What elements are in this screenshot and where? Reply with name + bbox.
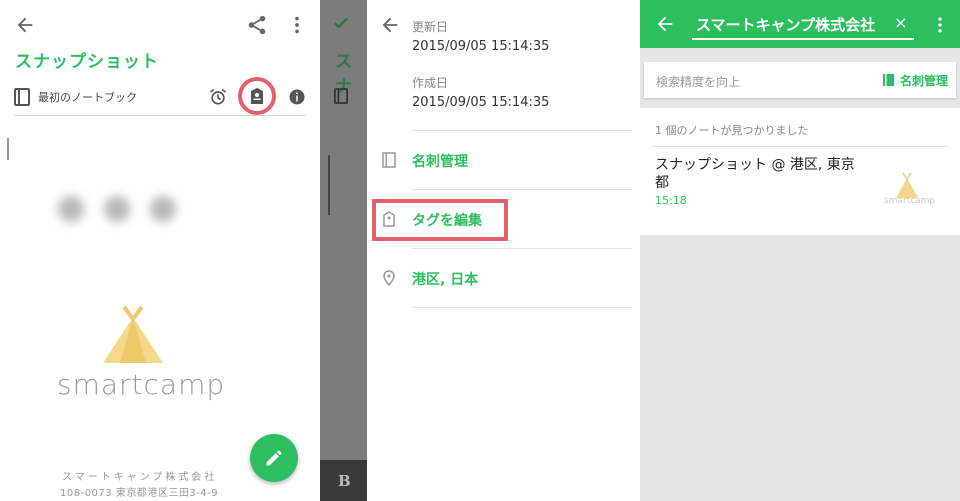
text-cursor bbox=[7, 138, 9, 160]
card-address: 108-0073 東京都港区三田3-4-9 bbox=[60, 488, 219, 499]
bold-format-button: B bbox=[338, 472, 351, 490]
check-icon bbox=[334, 17, 348, 29]
business-card-filter-label: 名刺管理 bbox=[900, 74, 949, 88]
note-view-panel: スナップショット 最初のノートブック smartcamp スマートキャンプ株式会… bbox=[0, 0, 320, 501]
info-drawer: 更新日 2015/09/05 15:14:35 作成日 2015/09/05 1… bbox=[367, 0, 640, 501]
note-info-panel: スナ B 更新日 2015/09/05 15:14:35 作成日 2015/09… bbox=[320, 0, 640, 501]
back-arrow-icon[interactable] bbox=[14, 14, 36, 36]
search-query-text: スマートキャンプ株式会社 bbox=[696, 16, 876, 34]
location-label: 港区, 日本 bbox=[412, 272, 479, 288]
smartcamp-logo-text: smartcamp bbox=[57, 368, 226, 401]
result-count: 1 個のノートが見つかりました bbox=[655, 124, 809, 137]
business-card-icon bbox=[382, 152, 396, 168]
updated-value: 2015/09/05 15:14:35 bbox=[412, 39, 550, 54]
updated-label: 更新日 bbox=[412, 20, 449, 34]
dimmed-background[interactable]: スナ B bbox=[320, 0, 367, 501]
business-card-icon bbox=[883, 74, 894, 86]
alarm-icon[interactable] bbox=[208, 86, 228, 108]
business-card-label: 名刺管理 bbox=[412, 154, 468, 170]
refine-search-box[interactable]: 検索精度を向上 名刺管理 bbox=[644, 62, 956, 98]
note-thumbnail bbox=[896, 172, 918, 198]
note-title[interactable]: スナップショット bbox=[15, 47, 159, 72]
search-input[interactable]: スマートキャンプ株式会社 × bbox=[692, 10, 914, 40]
share-icon[interactable] bbox=[246, 14, 268, 36]
info-icon[interactable] bbox=[288, 88, 306, 106]
search-bar: スマートキャンプ株式会社 × bbox=[640, 0, 960, 48]
notebook-row: 最初のノートブック bbox=[14, 77, 306, 116]
smartcamp-tent-logo bbox=[103, 305, 163, 363]
back-arrow-icon[interactable] bbox=[379, 14, 401, 36]
location-item[interactable]: 港区, 日本 bbox=[367, 258, 640, 298]
pencil-icon bbox=[266, 450, 282, 466]
location-pin-icon bbox=[383, 270, 395, 286]
refine-search-placeholder: 検索精度を向上 bbox=[656, 75, 741, 89]
more-vertical-icon[interactable] bbox=[286, 14, 308, 36]
search-panel: スマートキャンプ株式会社 × 検索精度を向上 名刺管理 1 個のノートが見つかり… bbox=[640, 0, 960, 501]
result-note-time: 15:18 bbox=[655, 194, 687, 207]
search-results: 1 個のノートが見つかりました スナップショット @ 港区, 東京都 15:18… bbox=[640, 108, 960, 235]
notebook-icon bbox=[14, 88, 30, 106]
highlight-circle bbox=[372, 199, 508, 241]
business-card-button[interactable] bbox=[238, 77, 276, 115]
created-value: 2015/09/05 15:14:35 bbox=[412, 95, 550, 110]
dimmed-notebook-icon bbox=[334, 88, 348, 104]
notebook-label[interactable]: 最初のノートブック bbox=[38, 89, 137, 105]
created-label: 作成日 bbox=[412, 76, 449, 90]
business-card-icon bbox=[251, 88, 263, 104]
result-note-title: スナップショット @ 港区, 東京都 bbox=[655, 157, 855, 191]
more-vertical-icon[interactable] bbox=[930, 14, 950, 36]
card-company-name: スマートキャンプ株式会社 bbox=[62, 472, 218, 483]
thumbnail-logo-text: smartcamp bbox=[884, 196, 936, 206]
edit-fab-button[interactable] bbox=[250, 434, 298, 482]
business-card-item[interactable]: 名刺管理 bbox=[367, 140, 640, 180]
dimmed-cursor bbox=[328, 155, 330, 215]
back-arrow-icon[interactable] bbox=[654, 13, 676, 35]
clear-search-icon[interactable]: × bbox=[894, 13, 907, 32]
